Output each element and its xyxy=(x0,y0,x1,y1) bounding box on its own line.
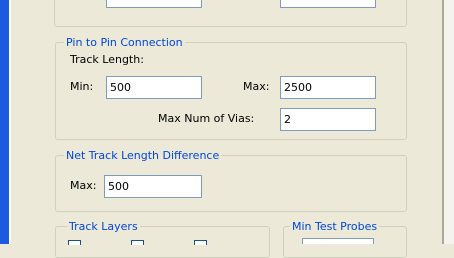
min-label: Min: xyxy=(70,80,94,93)
min-test-probes-input[interactable] xyxy=(302,238,374,244)
min-track-length-value: 500 xyxy=(110,81,131,94)
track-length-label: Track Length: xyxy=(70,53,144,66)
max-num-vias-value: 2 xyxy=(284,113,291,126)
pin-to-pin-legend: Pin to Pin Connection xyxy=(64,35,185,50)
max-num-vias-input[interactable]: 2 xyxy=(280,108,376,131)
net-max-value: 500 xyxy=(108,180,129,193)
track-layer-checkbox-3[interactable] xyxy=(194,240,207,245)
track-layer-checkbox-1[interactable] xyxy=(68,240,81,245)
min-track-length-input[interactable]: 500 xyxy=(106,76,202,99)
panel-left-edge xyxy=(9,0,11,244)
net-max-input[interactable]: 500 xyxy=(104,175,202,198)
previous-max-input[interactable] xyxy=(280,0,376,8)
net-max-label: Max: xyxy=(70,179,97,192)
previous-min-input[interactable] xyxy=(106,0,202,8)
panel-right-edge xyxy=(444,0,454,244)
max-num-vias-label: Max Num of Vias: xyxy=(158,112,255,125)
track-layers-group: Track Layers xyxy=(55,219,270,258)
max-track-length-input[interactable]: 2500 xyxy=(280,76,376,99)
max-track-length-value: 2500 xyxy=(284,81,312,94)
max-label: Max: xyxy=(243,80,270,93)
min-test-probes-legend: Min Test Probes xyxy=(290,219,380,234)
track-layer-checkbox-2[interactable] xyxy=(131,240,144,245)
window-left-border xyxy=(0,0,9,244)
track-layers-legend: Track Layers xyxy=(67,219,140,234)
net-track-length-legend: Net Track Length Difference xyxy=(64,148,222,163)
